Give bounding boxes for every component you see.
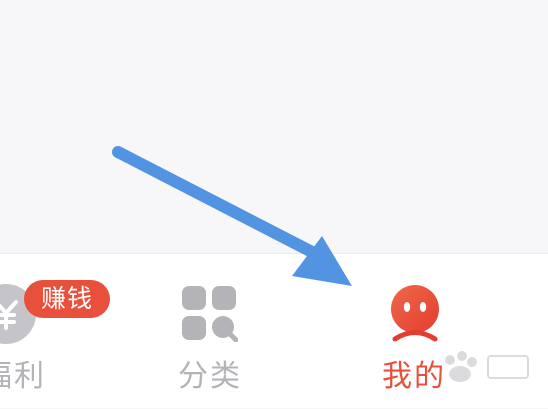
tab-category[interactable]: 分类 xyxy=(150,254,270,409)
tab-welfare-label: 福利 xyxy=(0,359,46,394)
tab-category-label: 分类 xyxy=(178,359,242,394)
tab-mine-label: 我的 xyxy=(382,359,446,394)
category-grid-icon xyxy=(182,286,238,342)
tab-welfare[interactable]: 赚钱 福利 xyxy=(0,254,110,409)
content-area xyxy=(0,0,548,253)
profile-face-icon xyxy=(391,285,439,342)
baidu-jingyan-watermark-icon xyxy=(445,351,529,382)
earn-money-badge: 赚钱 xyxy=(24,280,110,318)
